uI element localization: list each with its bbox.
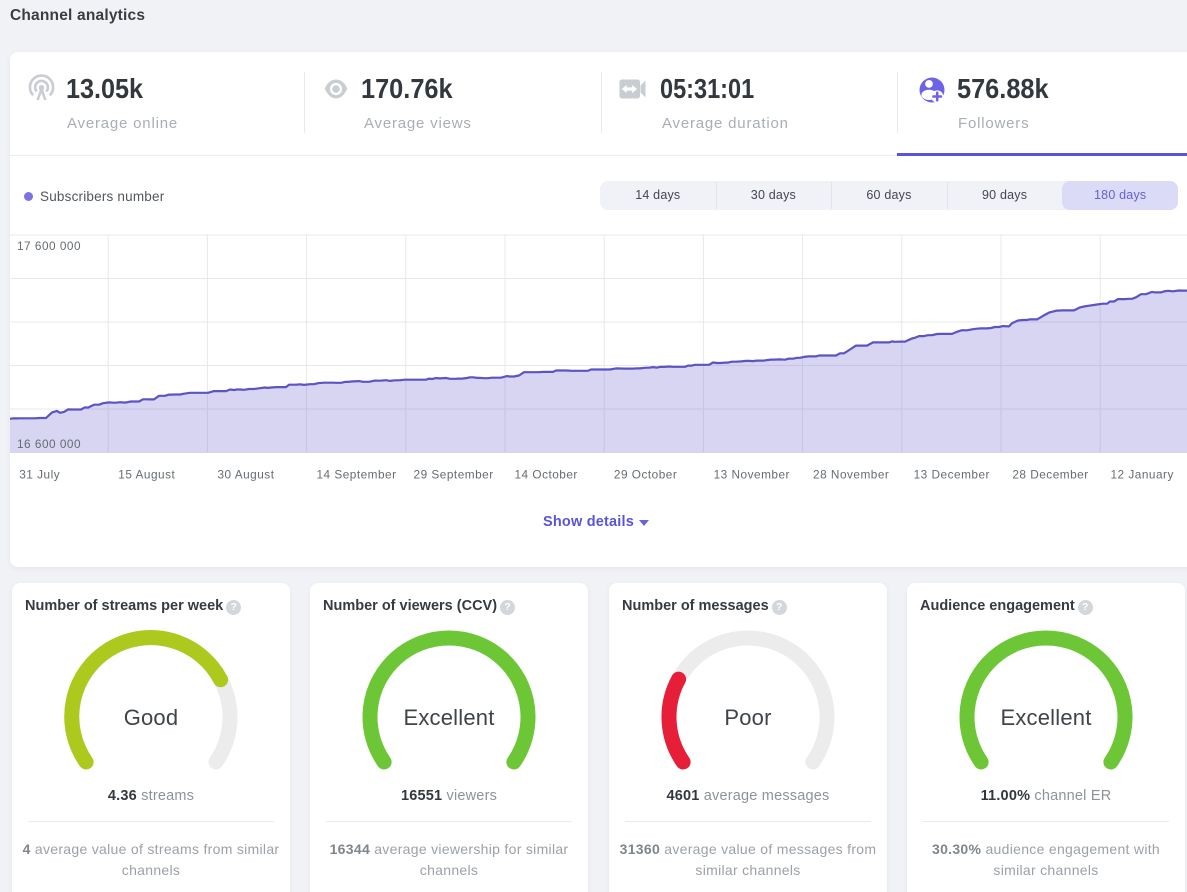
svg-text:13 December: 13 December [914, 468, 990, 482]
svg-text:12 January: 12 January [1111, 468, 1174, 482]
svg-text:16 600 000: 16 600 000 [17, 437, 81, 451]
svg-text:28 November: 28 November [813, 468, 889, 482]
svg-text:29 October: 29 October [614, 468, 677, 482]
svg-text:30 August: 30 August [218, 468, 275, 482]
svg-text:Excellent: Excellent [1000, 705, 1091, 730]
svg-text:31 July: 31 July [19, 468, 60, 482]
svg-text:28 December: 28 December [1012, 468, 1088, 482]
svg-text:29 September: 29 September [414, 468, 494, 482]
svg-text:17 600 000: 17 600 000 [17, 239, 81, 253]
svg-text:Poor: Poor [724, 705, 771, 730]
svg-text:Excellent: Excellent [403, 705, 494, 730]
svg-text:14 October: 14 October [515, 468, 578, 482]
svg-text:15 August: 15 August [118, 468, 175, 482]
svg-text:14 September: 14 September [316, 468, 396, 482]
svg-text:13 November: 13 November [714, 468, 790, 482]
svg-text:Good: Good [124, 705, 179, 730]
